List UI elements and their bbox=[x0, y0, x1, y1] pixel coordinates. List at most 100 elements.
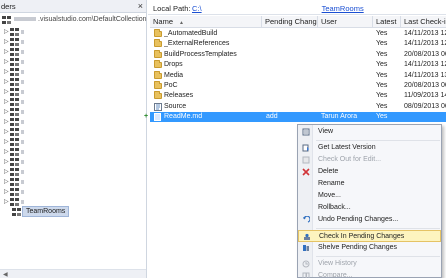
file-row[interactable]: Media Yes 14/11/2013 13 bbox=[150, 70, 446, 81]
expand-arrow-icon[interactable]: ▷ bbox=[4, 188, 9, 195]
redacted-label bbox=[21, 70, 24, 74]
menu-item-delete[interactable]: Delete bbox=[298, 166, 441, 178]
file-row[interactable]: BuildProcessTemplates Yes 20/08/2013 06 bbox=[150, 49, 446, 60]
file-row[interactable]: PoC Yes 20/08/2013 06 bbox=[150, 81, 446, 91]
expand-arrow-icon[interactable]: ▷ bbox=[4, 158, 9, 165]
expand-arrow-icon[interactable]: ▷ bbox=[4, 168, 9, 175]
tree-item[interactable]: ▷ bbox=[0, 187, 146, 197]
tree-root-collection[interactable]: .visualstudio.com\DefaultCollection bbox=[0, 15, 147, 25]
expand-arrow-icon[interactable]: ▷ bbox=[4, 38, 9, 45]
menu-item-label: View History bbox=[318, 260, 357, 267]
file-row[interactable]: + ReadMe.md add Tarun Arora Yes bbox=[144, 112, 446, 123]
expand-arrow-icon[interactable]: ▷ bbox=[4, 68, 9, 75]
last-check-in: 08/09/2013 06 bbox=[404, 102, 446, 110]
team-project-icon bbox=[10, 158, 19, 166]
column-header-name[interactable]: Name ▲ bbox=[150, 16, 262, 28]
redacted-label bbox=[21, 80, 24, 84]
menu-item-get-latest-version[interactable]: Get Latest Version bbox=[298, 142, 441, 154]
get-latest-icon bbox=[302, 144, 309, 152]
tree-item[interactable]: ▷ bbox=[0, 37, 146, 47]
redacted-label bbox=[21, 170, 24, 174]
column-header-last-check-in[interactable]: Last Check-in bbox=[401, 16, 446, 28]
menu-item-label: Rename bbox=[318, 180, 345, 187]
last-check-in: 11/09/2013 14 bbox=[404, 92, 446, 100]
redacted-label bbox=[21, 200, 24, 204]
file-row[interactable]: Releases Yes 11/09/2013 14 bbox=[150, 91, 446, 101]
tree-item[interactable]: ▷ bbox=[0, 87, 146, 97]
menu-separator bbox=[316, 140, 440, 141]
redacted-label bbox=[21, 180, 24, 184]
pending-change bbox=[266, 50, 318, 60]
tree-item[interactable]: ▷ bbox=[0, 77, 146, 87]
menu-item-undo-pending-changes[interactable]: Undo Pending Changes... bbox=[298, 214, 441, 226]
menu-item-check-in-pending-changes[interactable]: Check In Pending Changes bbox=[298, 230, 441, 242]
tree-item[interactable]: ▷ bbox=[0, 27, 146, 37]
expand-arrow-icon[interactable]: ▷ bbox=[4, 138, 9, 145]
tree-item-teamrooms[interactable]: TeamRooms bbox=[12, 206, 70, 218]
file-name: BuildProcessTemplates bbox=[164, 50, 237, 58]
expand-arrow-icon[interactable]: ▷ bbox=[4, 58, 9, 65]
checkin-icon bbox=[304, 233, 310, 240]
expand-arrow-icon[interactable]: ▷ bbox=[4, 88, 9, 95]
scroll-left-icon[interactable]: ◀ bbox=[3, 271, 8, 278]
file-row[interactable]: _AutomatedBuild Yes 14/11/2013 12 bbox=[150, 29, 446, 39]
tree-item[interactable]: ▷ bbox=[0, 157, 146, 167]
expand-arrow-icon[interactable]: ▷ bbox=[4, 48, 9, 55]
local-path-link[interactable]: C:\ TeamRooms bbox=[192, 4, 364, 13]
latest-flag: Yes bbox=[376, 113, 388, 121]
team-project-icon bbox=[10, 188, 19, 196]
expand-arrow-icon[interactable]: ▷ bbox=[4, 118, 9, 125]
tree-item[interactable]: ▷ bbox=[0, 167, 146, 177]
tree-item[interactable]: ▷ bbox=[0, 137, 146, 147]
expand-arrow-icon[interactable]: ▷ bbox=[4, 28, 9, 35]
expand-arrow-icon[interactable]: ▷ bbox=[4, 148, 9, 155]
expand-arrow-icon[interactable]: ▷ bbox=[4, 178, 9, 185]
latest-flag: Yes bbox=[376, 92, 388, 100]
tree-item[interactable]: ▷ bbox=[0, 57, 146, 67]
tree-item[interactable]: ▷ bbox=[0, 127, 146, 137]
expand-arrow-icon[interactable]: ▷ bbox=[4, 98, 9, 105]
menu-item-rollback[interactable]: Rollback... bbox=[298, 202, 441, 214]
column-header-user[interactable]: User bbox=[318, 16, 373, 28]
tree-item[interactable]: ▷ bbox=[0, 47, 146, 57]
team-project-icon bbox=[10, 68, 19, 76]
last-check-in: 20/08/2013 06 bbox=[404, 50, 446, 58]
user-name bbox=[321, 60, 373, 70]
context-menu: View Get Latest Version Check Out for Edit… bbox=[297, 124, 442, 278]
tree-item[interactable]: ▷ bbox=[0, 147, 146, 157]
tree-root-label: .visualstudio.com\DefaultCollection bbox=[14, 16, 147, 23]
menu-item-label: Check Out for Edit... bbox=[318, 156, 382, 163]
menu-item-view-history: View History bbox=[298, 258, 441, 270]
menu-item-rename[interactable]: Rename bbox=[298, 178, 441, 190]
horizontal-scrollbar[interactable]: ◀ bbox=[0, 269, 146, 278]
pending-change: add bbox=[266, 113, 278, 121]
menu-item-shelve-pending-changes[interactable]: Shelve Pending Changes bbox=[298, 242, 441, 254]
column-header-pending-change[interactable]: Pending Change bbox=[262, 16, 318, 28]
menu-item-label: Rollback... bbox=[318, 204, 351, 211]
tree-item[interactable]: ▷ bbox=[0, 107, 146, 117]
file-icon bbox=[154, 113, 161, 122]
team-project-icon bbox=[10, 178, 19, 186]
file-row[interactable]: _ExternalReferences Yes 14/11/2013 12 bbox=[150, 39, 446, 49]
redacted-label bbox=[21, 130, 24, 134]
column-header-latest[interactable]: Latest bbox=[373, 16, 401, 28]
file-row[interactable]: Source Yes 08/09/2013 06 bbox=[150, 102, 446, 112]
tree-item[interactable]: ▷ bbox=[0, 97, 146, 107]
redacted-label bbox=[21, 30, 24, 34]
menu-item-label: Delete bbox=[318, 168, 339, 175]
menu-item-view[interactable]: View bbox=[298, 126, 441, 138]
expand-arrow-icon[interactable]: ▷ bbox=[4, 108, 9, 115]
expand-arrow-icon[interactable]: ▷ bbox=[4, 128, 9, 135]
tree-item[interactable]: ▷ bbox=[0, 117, 146, 127]
tree-item[interactable]: ▷ bbox=[0, 67, 146, 77]
last-check-in: 14/11/2013 12 bbox=[404, 61, 446, 69]
file-row[interactable]: Drops Yes 14/11/2013 12 bbox=[150, 60, 446, 70]
checkout-icon bbox=[302, 156, 310, 164]
file-name: Media bbox=[164, 71, 184, 79]
tree-item[interactable]: ▷ bbox=[0, 177, 146, 187]
menu-item-move[interactable]: Move... bbox=[298, 190, 441, 202]
expand-arrow-icon[interactable]: ▷ bbox=[4, 78, 9, 85]
close-icon[interactable]: × bbox=[138, 1, 143, 11]
user-name bbox=[321, 91, 373, 101]
expand-arrow-icon[interactable]: ▷ bbox=[4, 198, 9, 205]
